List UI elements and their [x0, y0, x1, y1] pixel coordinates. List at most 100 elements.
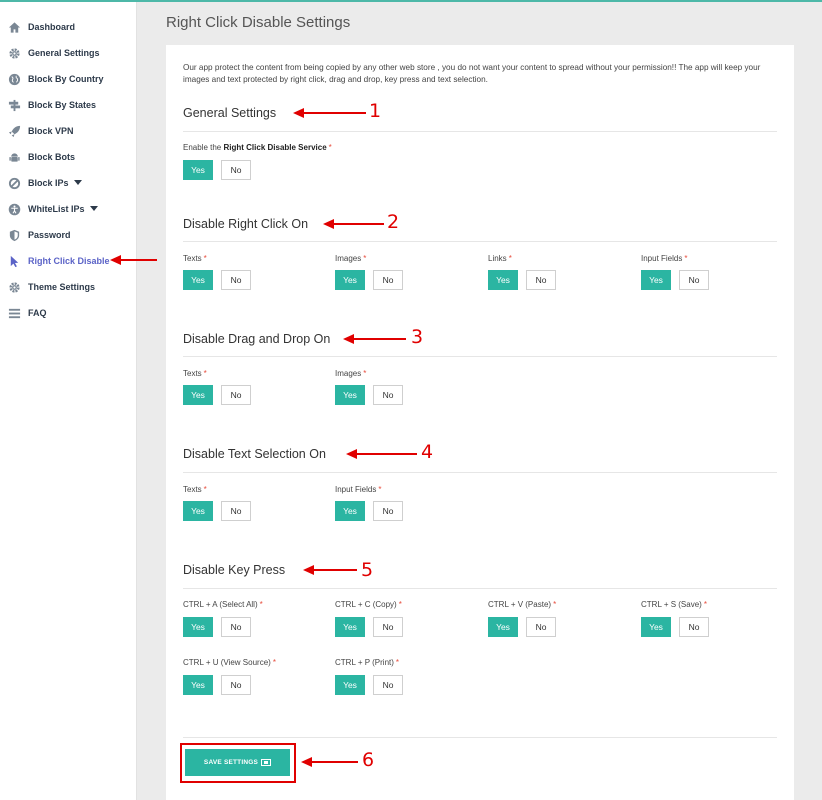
sidebar-item-label: Theme Settings — [28, 282, 96, 292]
divider — [183, 356, 777, 357]
section-title-disable-key-press: Disable Key Press — [183, 563, 286, 577]
yes-button[interactable]: Yes — [183, 617, 213, 637]
sidebar-item-block-by-country[interactable]: Block By Country — [0, 66, 136, 92]
field-label-right-click-links: Links * — [488, 254, 512, 263]
sidebar-item-block-ips[interactable]: Block IPs — [0, 170, 136, 196]
toggle-selection-texts: Yes No — [183, 501, 251, 521]
sidebar-item-theme-settings[interactable]: Theme Settings — [0, 274, 136, 300]
field-label-ctrl-s: CTRL + S (Save) * — [641, 600, 707, 609]
android-icon — [8, 151, 21, 164]
sidebar-item-faq[interactable]: FAQ — [0, 300, 136, 326]
field-label-right-click-images: Images * — [335, 254, 367, 263]
sidebar-item-whitelist-ips[interactable]: WhiteList IPs — [0, 196, 136, 222]
field-label-ctrl-a: CTRL + A (Select All) * — [183, 600, 263, 609]
sidebar-item-block-by-states[interactable]: Block By States — [0, 92, 136, 118]
toggle-right-click-images: Yes No — [335, 270, 403, 290]
sidebar-item-dashboard[interactable]: Dashboard — [0, 14, 136, 40]
yes-button[interactable]: Yes — [183, 385, 213, 405]
no-button[interactable]: No — [373, 270, 403, 290]
toggle-drag-images: Yes No — [335, 385, 403, 405]
field-label-ctrl-u: CTRL + U (View Source) * — [183, 658, 276, 667]
yes-button[interactable]: Yes — [183, 675, 213, 695]
field-label-selection-texts: Texts * — [183, 485, 207, 494]
yes-button[interactable]: Yes — [335, 385, 365, 405]
yes-button[interactable]: Yes — [488, 617, 518, 637]
no-button[interactable]: No — [221, 675, 251, 695]
yes-button[interactable]: Yes — [488, 270, 518, 290]
no-button[interactable]: No — [373, 385, 403, 405]
no-button[interactable]: No — [679, 617, 709, 637]
field-label-ctrl-p: CTRL + P (Print) * — [335, 658, 400, 667]
section-title-disable-text-selection: Disable Text Selection On — [183, 447, 326, 461]
gear-icon — [8, 47, 21, 60]
rocket-icon — [8, 125, 21, 138]
yes-button[interactable]: Yes — [335, 270, 365, 290]
yes-button[interactable]: Yes — [183, 501, 213, 521]
no-button[interactable]: No — [526, 270, 556, 290]
yes-button[interactable]: Yes — [641, 270, 671, 290]
no-button[interactable]: No — [221, 270, 251, 290]
yes-button[interactable]: Yes — [183, 160, 213, 180]
section-title-general-settings: General Settings — [183, 106, 277, 120]
field-label-right-click-input-fields: Input Fields * — [641, 254, 688, 263]
divider — [183, 472, 777, 473]
yes-button[interactable]: Yes — [183, 270, 213, 290]
no-button[interactable]: No — [373, 617, 403, 637]
toggle-ctrl-c: Yes No — [335, 617, 403, 637]
no-button[interactable]: No — [221, 617, 251, 637]
sidebar-item-block-bots[interactable]: Block Bots — [0, 144, 136, 170]
sidebar-item-label: General Settings — [28, 48, 100, 58]
no-button[interactable]: No — [526, 617, 556, 637]
shield-icon — [8, 229, 21, 242]
page-title: Right Click Disable Settings — [166, 14, 351, 31]
divider — [183, 588, 777, 589]
field-label-right-click-texts: Texts * — [183, 254, 207, 263]
annotation-arrow-6 — [301, 757, 358, 767]
yes-button[interactable]: Yes — [641, 617, 671, 637]
sidebar-item-label: FAQ — [28, 308, 47, 318]
no-button[interactable]: No — [221, 385, 251, 405]
section-title-disable-drag-drop: Disable Drag and Drop On — [183, 332, 331, 346]
annotation-number-5: 5 — [361, 559, 374, 581]
annotation-number-1: 1 — [369, 100, 382, 122]
field-label-enable-service: Enable the Right Click Disable Service * — [183, 143, 332, 152]
toggle-ctrl-u: Yes No — [183, 675, 251, 695]
intro-text: Our app protect the content from being c… — [183, 63, 761, 84]
sidebar-item-label: Block By Country — [28, 74, 104, 84]
field-label-drag-texts: Texts * — [183, 369, 207, 378]
settings-card — [166, 45, 794, 800]
no-button[interactable]: No — [373, 675, 403, 695]
field-label-ctrl-c: CTRL + C (Copy) * — [335, 600, 402, 609]
no-button[interactable]: No — [221, 501, 251, 521]
no-button[interactable]: No — [221, 160, 251, 180]
annotation-arrow — [110, 255, 157, 265]
signpost-icon — [8, 99, 21, 112]
sidebar-item-block-vpn[interactable]: Block VPN — [0, 118, 136, 144]
no-button[interactable]: No — [373, 501, 403, 521]
toggle-enable-service: Yes No — [183, 160, 251, 180]
chevron-down-icon — [89, 206, 98, 212]
no-button[interactable]: No — [679, 270, 709, 290]
divider — [183, 737, 777, 738]
divider — [183, 131, 777, 132]
menu-icon — [8, 307, 21, 320]
yes-button[interactable]: Yes — [335, 501, 365, 521]
sidebar-item-label: Dashboard — [28, 22, 76, 32]
globe-icon — [8, 73, 21, 86]
annotation-number-6: 6 — [362, 749, 375, 771]
sidebar-item-label: Password — [28, 230, 71, 240]
sidebar-item-label: WhiteList IPs — [28, 204, 98, 214]
yes-button[interactable]: Yes — [335, 617, 365, 637]
sidebar-item-label: Right Click Disable — [28, 256, 110, 266]
toggle-selection-input-fields: Yes No — [335, 501, 403, 521]
yes-button[interactable]: Yes — [335, 675, 365, 695]
sidebar-item-password[interactable]: Password — [0, 222, 136, 248]
sidebar-item-label: Block VPN — [28, 126, 74, 136]
save-settings-button[interactable]: SAVE SETTINGS — [185, 749, 290, 776]
toggle-right-click-links: Yes No — [488, 270, 556, 290]
annotation-number-4: 4 — [421, 441, 434, 463]
annotation-arrow-3 — [343, 334, 406, 344]
sidebar-item-general-settings[interactable]: General Settings — [0, 40, 136, 66]
annotation-arrow-5 — [303, 565, 357, 575]
toggle-ctrl-s: Yes No — [641, 617, 709, 637]
